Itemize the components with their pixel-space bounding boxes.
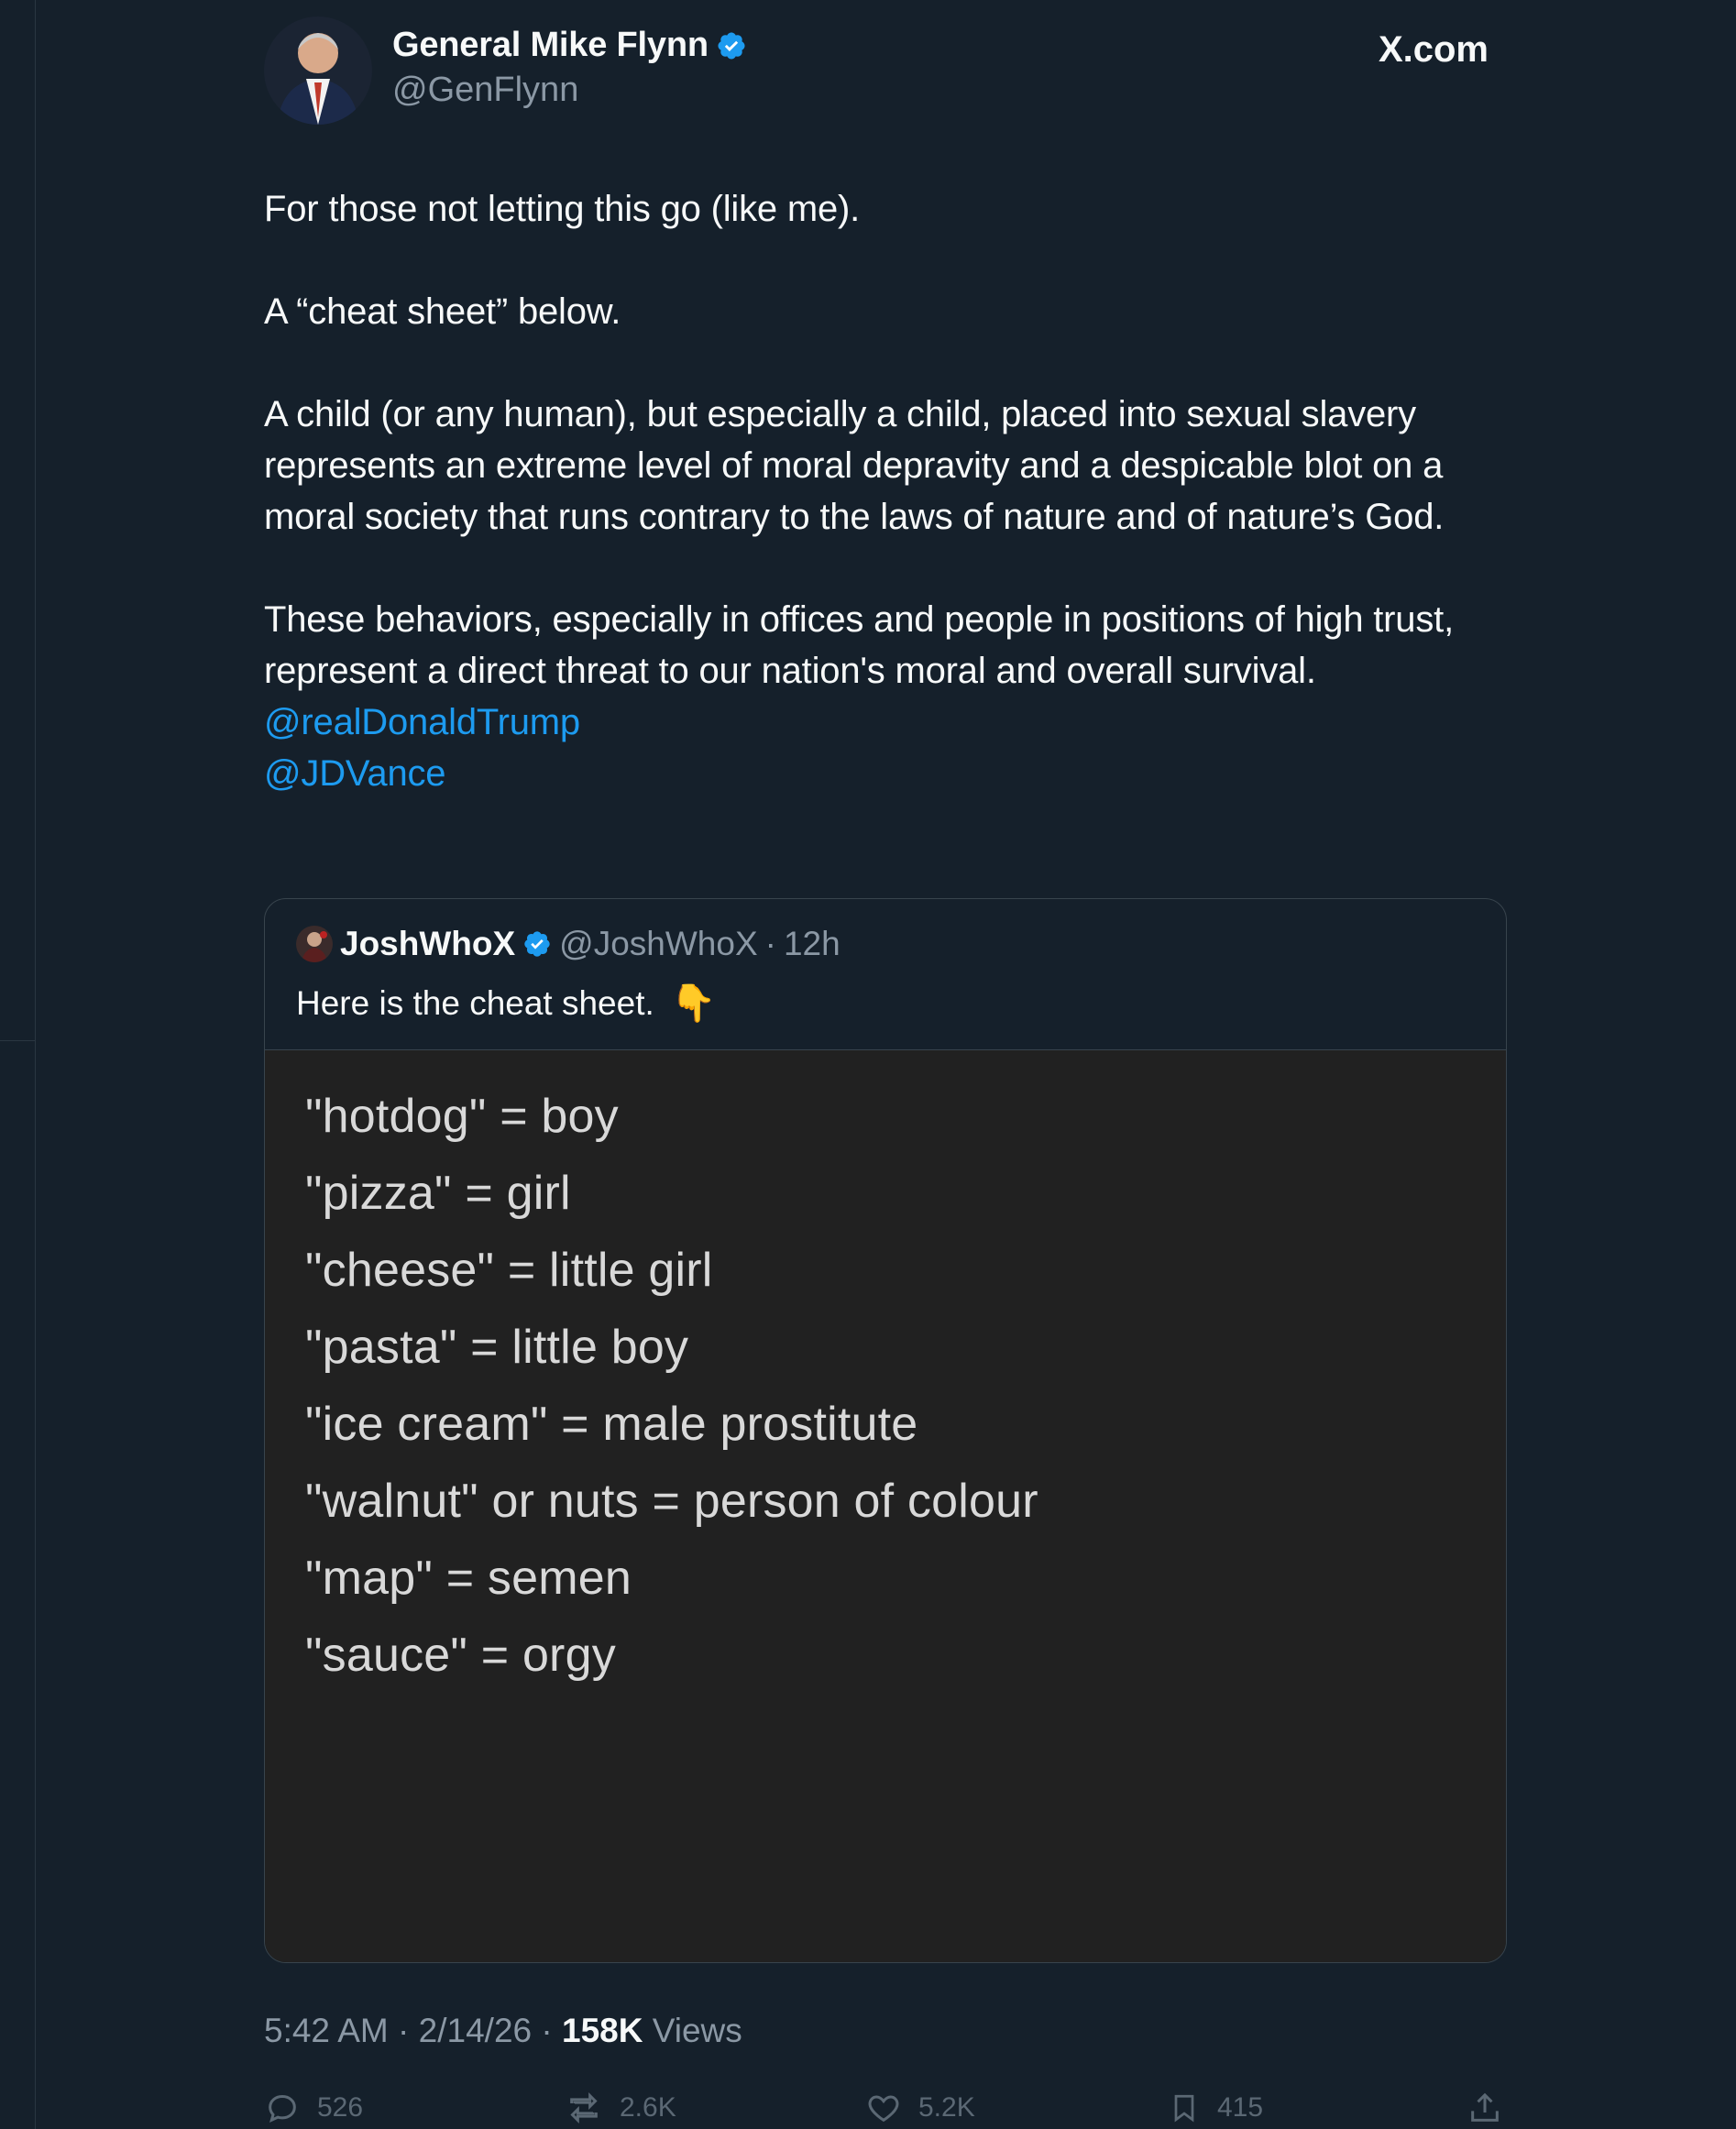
post-text: For those not letting this go (like me).… xyxy=(264,183,1507,799)
cheat-sheet-line: "pasta" = little boy xyxy=(305,1321,689,1374)
repost-count: 2.6K xyxy=(620,2092,676,2123)
separator-dot: · xyxy=(398,2012,410,2049)
quoted-author-avatar[interactable] xyxy=(296,926,333,962)
quoted-author-handle[interactable]: @JoshWhoX xyxy=(559,925,757,963)
bookmark-count: 415 xyxy=(1217,2092,1264,2123)
action-bar: 526 2.6K 5.2K 415 xyxy=(264,2090,1507,2129)
cheat-sheet-line: "pizza" = girl xyxy=(305,1167,571,1220)
share-button[interactable] xyxy=(1467,2090,1503,2126)
quoted-post-time[interactable]: 12h xyxy=(784,925,841,963)
left-rail xyxy=(0,0,36,2129)
views-count: 158K xyxy=(562,2012,643,2049)
views-label: Views xyxy=(652,2012,742,2049)
author-info: General Mike Flynn @GenFlynn xyxy=(392,26,747,110)
quoted-post-text: Here is the cheat sheet. xyxy=(296,983,654,1022)
cheat-sheet-line: "walnut" or nuts = person of colour xyxy=(305,1475,1038,1528)
repost-button[interactable]: 2.6K xyxy=(565,2090,676,2126)
mention-link[interactable]: @JDVance xyxy=(264,748,1507,799)
separator-dot: · xyxy=(541,2012,553,2049)
verified-badge-icon xyxy=(522,929,552,959)
author-display-name[interactable]: General Mike Flynn xyxy=(392,26,709,65)
cheat-sheet-line: "map" = semen xyxy=(305,1552,632,1605)
post-timestamp: 5:42 AM · 2/14/26 · 158K Views xyxy=(264,2012,742,2050)
pointing-down-emoji-icon: 👇 xyxy=(670,983,717,1024)
author-handle[interactable]: @GenFlynn xyxy=(392,71,747,110)
separator-dot: · xyxy=(764,925,776,962)
post-paragraph: These behaviors, especially in offices a… xyxy=(264,599,1454,691)
mention-link[interactable]: @realDonaldTrump xyxy=(264,697,1507,748)
share-icon xyxy=(1467,2090,1503,2126)
x-logo: X.com xyxy=(1378,29,1489,70)
heart-icon xyxy=(865,2090,902,2126)
post-paragraph: For those not letting this go (like me). xyxy=(264,189,861,229)
cheat-sheet-image[interactable]: "hotdog" = boy "pizza" = girl "cheese" =… xyxy=(265,1050,1506,1962)
quoted-post[interactable]: JoshWhoX @JoshWhoX · 12h Here is the che… xyxy=(264,898,1507,1963)
post-paragraph: A child (or any human), but especially a… xyxy=(264,394,1445,537)
repost-icon xyxy=(565,2090,603,2126)
cheat-sheet-line: "sauce" = orgy xyxy=(305,1629,616,1682)
quoted-post-header: JoshWhoX @JoshWhoX · 12h Here is the che… xyxy=(265,899,1506,1050)
author-avatar[interactable] xyxy=(264,16,372,125)
reply-icon xyxy=(264,2090,301,2126)
cheat-sheet-line: "ice cream" = male prostitute xyxy=(305,1398,918,1451)
cheat-sheet-line: "cheese" = little girl xyxy=(305,1244,713,1297)
reply-count: 526 xyxy=(317,2092,364,2123)
rail-divider xyxy=(0,1040,35,1041)
quoted-author-name[interactable]: JoshWhoX xyxy=(340,925,515,963)
bookmark-button[interactable]: 415 xyxy=(1168,2090,1263,2126)
like-count: 5.2K xyxy=(918,2092,975,2123)
reply-button[interactable]: 526 xyxy=(264,2090,363,2126)
post-time[interactable]: 5:42 AM xyxy=(264,2012,389,2049)
verified-badge-icon xyxy=(716,30,747,61)
like-button[interactable]: 5.2K xyxy=(865,2090,975,2126)
post-paragraph: A “cheat sheet” below. xyxy=(264,291,621,332)
post-date[interactable]: 2/14/26 xyxy=(419,2012,532,2049)
bookmark-icon xyxy=(1168,2090,1201,2126)
cheat-sheet-line: "hotdog" = boy xyxy=(305,1090,619,1143)
